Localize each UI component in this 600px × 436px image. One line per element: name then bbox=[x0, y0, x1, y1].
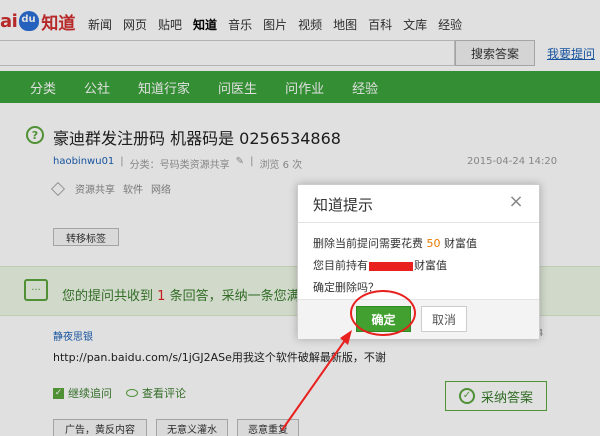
cost-prefix: 删除当前提问需要花费 bbox=[313, 237, 423, 250]
redaction-mark bbox=[369, 261, 413, 271]
cost-amount: 50 bbox=[426, 237, 441, 250]
balance-suffix: 财富值 bbox=[414, 259, 447, 272]
close-icon[interactable]: × bbox=[508, 193, 524, 211]
dialog-title: 知道提示 bbox=[313, 196, 374, 214]
dialog-header: 知道提示 × bbox=[298, 185, 539, 223]
dialog-cost-line: 删除当前提问需要花费 50 财富值 bbox=[313, 235, 477, 251]
cost-suffix: 财富值 bbox=[444, 237, 477, 250]
annotation-ellipse bbox=[350, 290, 416, 336]
dialog-footer: 确定 取消 bbox=[298, 299, 539, 339]
cancel-button[interactable]: 取消 bbox=[421, 306, 467, 332]
delete-confirm-dialog: 知道提示 × 删除当前提问需要花费 50 财富值 您目前持有 财富值 确定删除吗？… bbox=[297, 184, 540, 339]
dialog-balance-line: 您目前持有 财富值 bbox=[313, 257, 447, 273]
balance-prefix: 您目前持有 bbox=[313, 259, 368, 272]
